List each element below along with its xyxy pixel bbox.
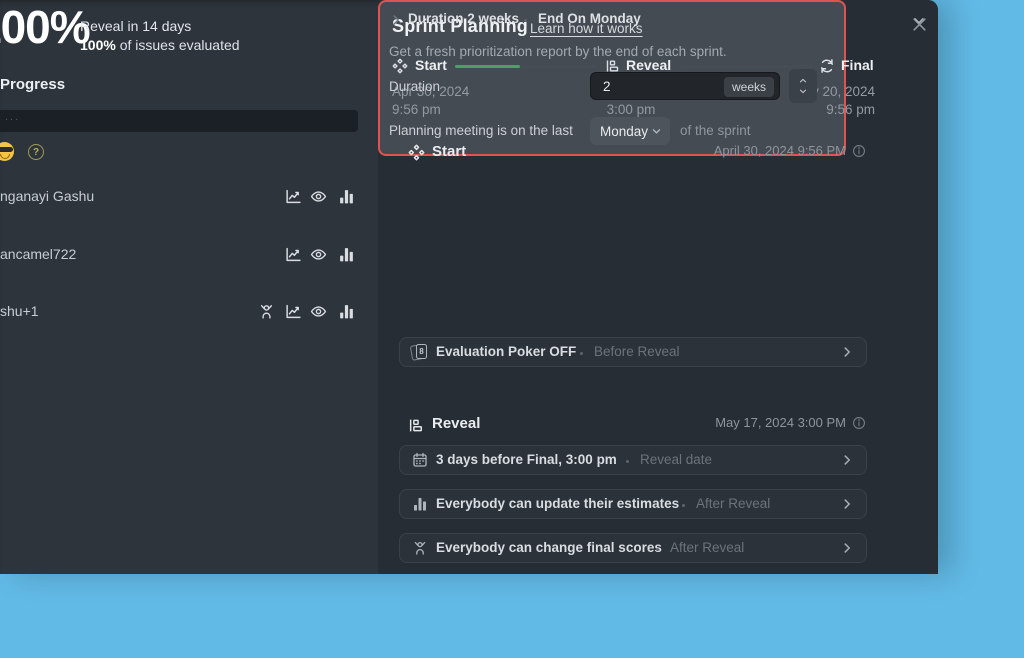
dot-separator <box>626 460 629 463</box>
user-name: shu+1 <box>0 303 39 319</box>
expand-arrow-icon <box>389 13 403 27</box>
dot-separator <box>580 352 583 355</box>
sprint-start-icon <box>408 144 425 161</box>
winner-icon <box>412 540 428 556</box>
chevron-right-icon <box>840 345 854 359</box>
start-section-title: Start <box>432 143 466 160</box>
reveal-date-row[interactable]: 3 days before Final, 3:00 pm Reveal date <box>399 445 867 475</box>
dot-separator <box>682 504 685 507</box>
eye-icon[interactable] <box>310 246 327 263</box>
bar-chart-icon[interactable] <box>338 188 355 205</box>
user-name: nganayi Gashu <box>0 188 94 204</box>
sprint-duration-card: Duration 2 weeks End On Monday Get a fre… <box>378 0 846 156</box>
chevron-right-icon <box>840 497 854 511</box>
start-section: Start April 30, 2024 9:56 PM Duration 2 … <box>378 0 938 156</box>
reveal-countdown: Reveal in 14 days <box>80 18 191 34</box>
timeline-final-label: Final <box>841 57 874 73</box>
update-estimates-label: Everybody can update their estimates <box>436 496 679 511</box>
bar-chart-icon <box>412 496 428 512</box>
poker-cards-icon: 8 <box>411 343 431 363</box>
app-window: 100% Reveal in 14 days 100% of issues ev… <box>0 0 938 574</box>
update-estimates-row[interactable]: Everybody can update their estimates Aft… <box>399 489 867 519</box>
chevron-right-icon <box>840 541 854 555</box>
chevron-down-icon[interactable] <box>912 14 926 28</box>
meeting-prefix-label: Planning meeting is on the last <box>389 123 573 138</box>
start-section-datetime: April 30, 2024 9:56 PM <box>714 143 866 158</box>
line-chart-icon[interactable] <box>285 188 302 205</box>
poker-setting-phase: Before Reveal <box>594 344 680 359</box>
sunglasses-emoji-icon[interactable] <box>0 142 14 161</box>
info-icon[interactable] <box>852 144 866 158</box>
duration-value: 2 <box>603 79 611 94</box>
bar-chart-icon[interactable] <box>338 303 355 320</box>
reveal-section-title: Reveal <box>432 415 480 432</box>
poker-setting-label: Evaluation Poker OFF <box>436 344 576 359</box>
issues-evaluated: 100% of issues evaluated <box>80 37 240 53</box>
change-final-scores-row[interactable]: Everybody can change final scores After … <box>399 533 867 563</box>
user-row: shu+1 <box>0 301 360 323</box>
info-icon[interactable] <box>852 416 866 430</box>
reveal-icon <box>408 417 425 434</box>
sprint-planning-modal: Sprint Planning Learn how it works Start… <box>378 0 938 574</box>
duration-input[interactable]: 2 weeks <box>590 72 780 100</box>
user-row: nganayi Gashu <box>0 186 360 208</box>
chevron-down-icon[interactable] <box>797 87 809 96</box>
truncated-text: ... <box>5 111 20 123</box>
cycle-icon <box>819 58 835 74</box>
meeting-day-select[interactable]: Monday <box>590 117 670 145</box>
winner-icon[interactable] <box>258 303 275 320</box>
duration-stepper[interactable] <box>789 69 817 103</box>
line-chart-icon[interactable] <box>285 246 302 263</box>
change-scores-label: Everybody can change final scores <box>436 540 662 555</box>
user-row: ancamel722 <box>0 244 360 266</box>
evaluation-poker-row[interactable]: 8 Evaluation Poker OFF Before Reveal <box>399 337 867 367</box>
reveal-section-datetime: May 17, 2024 3:00 PM <box>715 415 866 430</box>
bar-chart-icon[interactable] <box>338 246 355 263</box>
selected-day: Monday <box>600 124 648 139</box>
eye-icon[interactable] <box>310 303 327 320</box>
dot-separator <box>656 548 659 551</box>
sprint-start-icon <box>392 58 408 74</box>
eye-icon[interactable] <box>310 188 327 205</box>
duration-description: Get a fresh prioritization report by the… <box>389 44 727 59</box>
update-estimates-phase: After Reveal <box>696 496 770 511</box>
duration-summary: Duration 2 weeks <box>408 11 519 26</box>
duration-unit-tag: weeks <box>724 77 774 97</box>
duration-label: Duration <box>389 79 440 94</box>
duration-card-summary[interactable]: Duration 2 weeks End On Monday <box>378 10 938 30</box>
reveal-date-label: 3 days before Final, 3:00 pm <box>436 452 617 467</box>
meeting-suffix-label: of the sprint <box>680 123 751 138</box>
progress-heading: Progress <box>0 76 65 93</box>
help-icon[interactable]: ? <box>28 144 44 160</box>
evaluation-percent: 100% <box>0 2 90 53</box>
dot-separator <box>524 19 527 22</box>
chevron-right-icon <box>840 453 854 467</box>
timeline-start-label: Start <box>415 57 447 73</box>
chevron-up-icon[interactable] <box>797 76 809 85</box>
calendar-icon <box>412 452 428 468</box>
reveal-date-hint: Reveal date <box>640 452 712 467</box>
change-scores-phase: After Reveal <box>670 540 744 555</box>
timeline-progress-elapsed <box>455 65 520 68</box>
timeline-progress-remaining <box>520 65 597 68</box>
line-chart-icon[interactable] <box>285 303 302 320</box>
end-on-summary: End On Monday <box>538 11 641 26</box>
user-name: ancamel722 <box>0 246 76 262</box>
timeline-segment2 <box>680 65 812 68</box>
timeline-reveal-label: Reveal <box>626 57 671 73</box>
chevron-down-icon <box>651 126 662 137</box>
issue-list-header-bar: ... <box>0 110 358 132</box>
